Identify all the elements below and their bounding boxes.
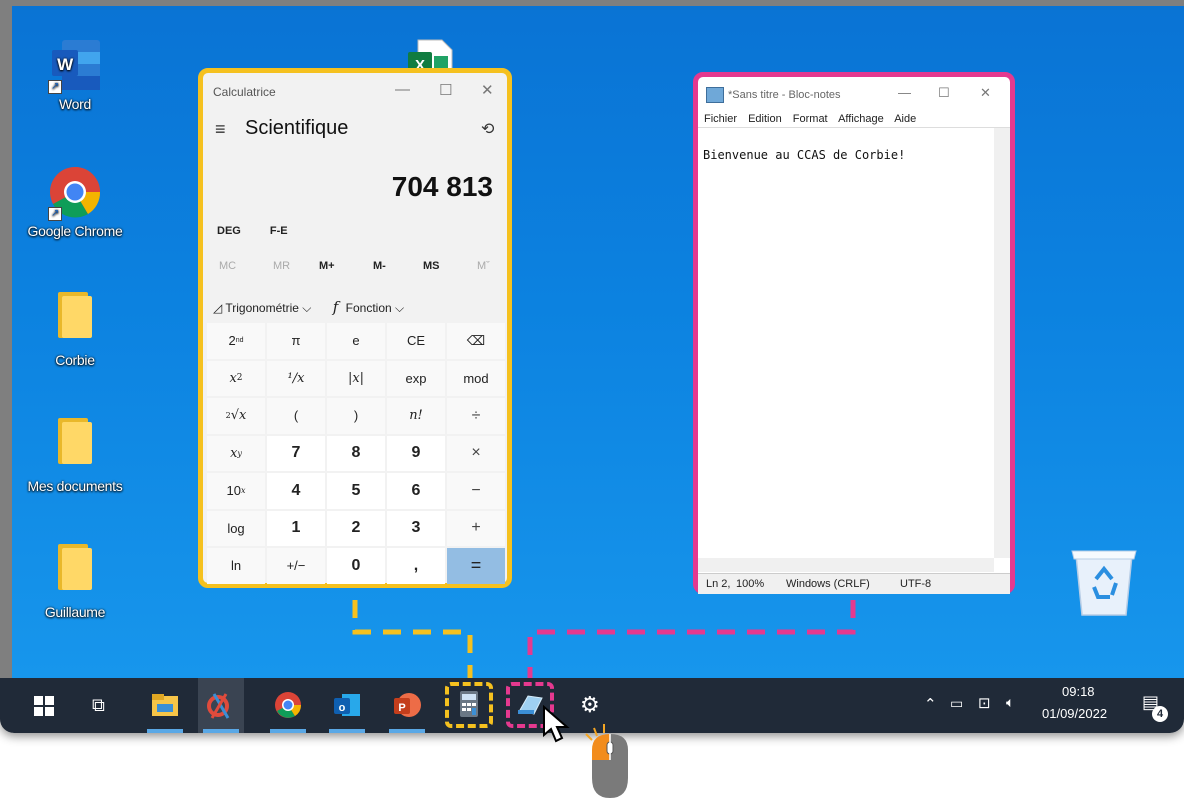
clock[interactable]: 09:18 <box>1062 684 1095 699</box>
mouse-click-icon <box>580 720 640 805</box>
active-app-indicator <box>147 729 183 733</box>
chevron-up-icon[interactable]: ⌃ <box>924 695 937 713</box>
powerpoint-icon[interactable]: P <box>392 690 422 720</box>
calculator-taskbar-icon[interactable] <box>445 682 493 728</box>
chrome-taskbar-icon[interactable] <box>273 690 303 720</box>
outlook-icon[interactable]: o <box>332 690 362 720</box>
mouse-cursor-icon <box>540 704 580 750</box>
screen: W ↗ Word ↗ Google Chrome Corbie Mes docu… <box>0 0 1184 733</box>
svg-text:P: P <box>398 702 405 714</box>
file-explorer-icon[interactable] <box>150 690 180 720</box>
notification-count-badge: 4 <box>1152 706 1168 722</box>
active-app-indicator <box>389 729 425 733</box>
snipping-tool-icon[interactable] <box>198 678 244 733</box>
settings-gear-icon[interactable]: ⚙ <box>580 692 600 718</box>
active-app-indicator <box>203 729 239 733</box>
svg-text:o: o <box>339 702 346 714</box>
network-icon[interactable]: ⊡ <box>978 694 991 712</box>
windows-start-icon[interactable] <box>34 696 54 721</box>
dashed-connectors <box>352 600 856 680</box>
speaker-icon[interactable]: 🔈︎ <box>1006 694 1014 711</box>
clock-time: 09:18 <box>1062 684 1095 699</box>
clock-date[interactable]: 01/09/2022 <box>1042 706 1107 721</box>
active-app-indicator <box>329 729 365 733</box>
battery-icon[interactable]: ▭ <box>950 695 963 712</box>
task-view-icon[interactable]: ⧉ <box>92 695 105 716</box>
active-app-indicator <box>270 729 306 733</box>
